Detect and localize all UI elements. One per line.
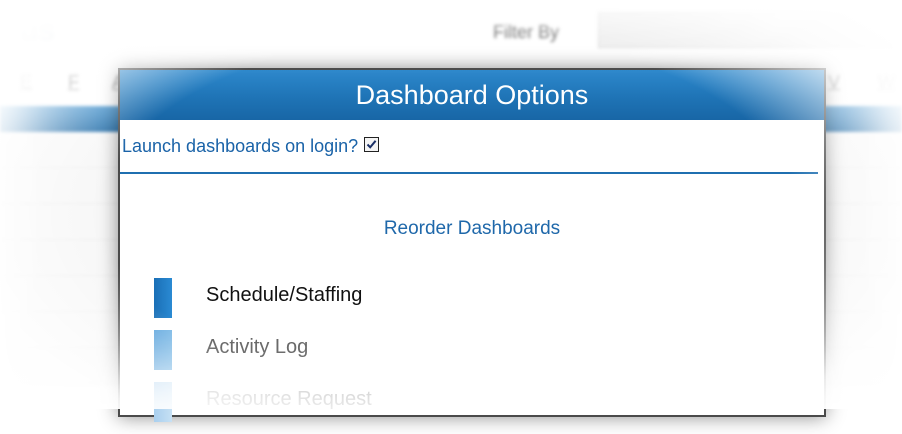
modal-header: Dashboard Options [120,70,824,120]
reorder-dashboards-title: Reorder Dashboards [383,218,561,239]
checkmark-icon [366,139,377,149]
dashboard-name: Activity Log [206,336,309,358]
drag-handle[interactable] [154,278,172,318]
drag-handle[interactable] [154,330,172,370]
launch-on-login-checkbox[interactable] [364,136,380,152]
letter-link-w[interactable]: W [878,72,895,93]
background-app-title: us [20,14,56,47]
drag-handle[interactable] [154,382,172,422]
dashboard-name: Schedule/Staffing [206,284,363,306]
dashboard-options-modal: Dashboard Options Launch dashboards on l… [118,68,826,422]
launch-on-login-label: Launch dashboards on login? [122,135,359,156]
filter-input[interactable] [598,12,902,48]
modal-title: Dashboard Options [355,79,589,110]
dashboard-name: Resource Request [206,388,372,410]
letter-link-f[interactable]: F [68,72,79,93]
launch-on-login-row: Launch dashboards on login? [120,120,818,174]
filter-by-label: Filter By [493,22,560,42]
letter-link-v[interactable]: V [828,72,840,93]
letter-link-e[interactable]: E [20,72,32,93]
